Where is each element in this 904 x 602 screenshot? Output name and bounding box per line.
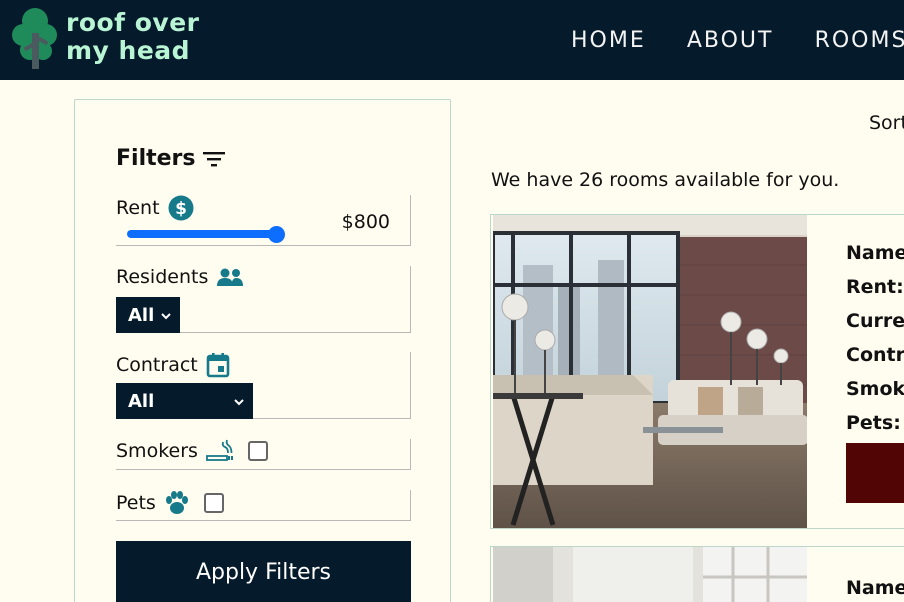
pets-checkbox[interactable] xyxy=(203,493,224,513)
logo-line-1: roof over xyxy=(66,8,200,37)
smokers-label: Smokers xyxy=(116,440,198,462)
calendar-icon xyxy=(206,352,230,378)
nav-home-link[interactable]: HOME xyxy=(571,28,646,53)
pets-filter: Pets xyxy=(116,490,411,521)
detail-rent: Rent: $ xyxy=(846,276,904,310)
room-card[interactable]: Name xyxy=(490,546,904,602)
name-label: Name xyxy=(846,242,904,264)
smokers-checkbox[interactable] xyxy=(247,441,268,461)
rooms-count-text: We have 26 rooms available for you. xyxy=(491,169,840,191)
smoking-icon xyxy=(206,439,234,463)
pets-detail-label: Pets: xyxy=(846,412,901,434)
filter-panel: Filters Rent $ $800 Residents All Contra… xyxy=(74,99,451,602)
filters-title: Filters xyxy=(116,146,196,171)
residents-select[interactable]: All xyxy=(116,297,180,333)
rent-filter: Rent $ $800 xyxy=(116,195,411,246)
room-details: Name Rent: $ Curren Contra Smoki Pets: N xyxy=(846,242,904,446)
site-logo[interactable]: roof over my head xyxy=(10,3,230,73)
tree-logo-icon xyxy=(12,8,57,69)
rent-slider-handle[interactable] xyxy=(268,226,285,243)
paw-icon xyxy=(164,490,190,516)
pets-label-row: Pets xyxy=(116,490,410,516)
residents-label: Residents xyxy=(116,266,209,288)
sort-label[interactable]: Sort xyxy=(869,112,904,134)
pets-label: Pets xyxy=(116,492,156,514)
detail-contract: Contra xyxy=(846,344,904,378)
logo-line-2: my head xyxy=(66,36,191,65)
view-room-button[interactable] xyxy=(846,443,904,503)
contract-select[interactable]: All xyxy=(116,383,253,419)
nav-rooms-link[interactable]: ROOMS xyxy=(815,28,904,53)
detail-name: Name xyxy=(846,577,904,602)
detail-current: Curren xyxy=(846,310,904,344)
room-photo xyxy=(493,547,807,602)
top-navbar: roof over my head HOME ABOUT ROOMS xyxy=(0,0,904,80)
room-card[interactable]: Name Rent: $ Curren Contra Smoki Pets: N xyxy=(490,214,904,529)
nav-about-link[interactable]: ABOUT xyxy=(687,28,774,53)
name-label: Name xyxy=(846,577,904,599)
detail-smoking: Smoki xyxy=(846,378,904,412)
living-room-image xyxy=(493,215,807,528)
chevron-down-icon xyxy=(160,307,172,328)
filter-lines-icon xyxy=(202,150,226,168)
detail-pets: Pets: N xyxy=(846,412,904,446)
nav-links: HOME ABOUT ROOMS xyxy=(571,28,904,53)
residents-selected: All xyxy=(128,304,155,326)
people-icon xyxy=(216,267,244,287)
contract-label-row: Contract xyxy=(116,352,410,378)
contract-selected: All xyxy=(128,390,155,412)
contract-detail-label: Contra xyxy=(846,344,904,366)
svg-text:$: $ xyxy=(175,199,187,219)
residents-label-row: Residents xyxy=(116,266,410,288)
smokers-filter: Smokers xyxy=(116,439,411,470)
detail-name: Name xyxy=(846,242,904,276)
current-label: Curren xyxy=(846,310,904,332)
room-details: Name xyxy=(846,577,904,602)
rent-label: Rent: xyxy=(846,276,904,298)
rent-label: Rent xyxy=(116,197,160,219)
filters-heading: Filters xyxy=(116,146,226,171)
room-photo xyxy=(493,215,807,528)
contract-label: Contract xyxy=(116,354,198,376)
logo-text: roof over my head xyxy=(66,9,200,65)
residents-filter: Residents All xyxy=(116,266,411,333)
contract-filter: Contract All xyxy=(116,352,411,419)
dollar-circle-icon: $ xyxy=(168,195,194,221)
room-image xyxy=(493,547,807,602)
rent-value: $800 xyxy=(341,211,390,233)
smoking-detail-label: Smoki xyxy=(846,378,904,400)
smokers-label-row: Smokers xyxy=(116,439,410,463)
apply-filters-button[interactable]: Apply Filters xyxy=(116,541,411,602)
rent-slider-track[interactable] xyxy=(127,230,277,238)
chevron-down-icon xyxy=(233,393,245,414)
